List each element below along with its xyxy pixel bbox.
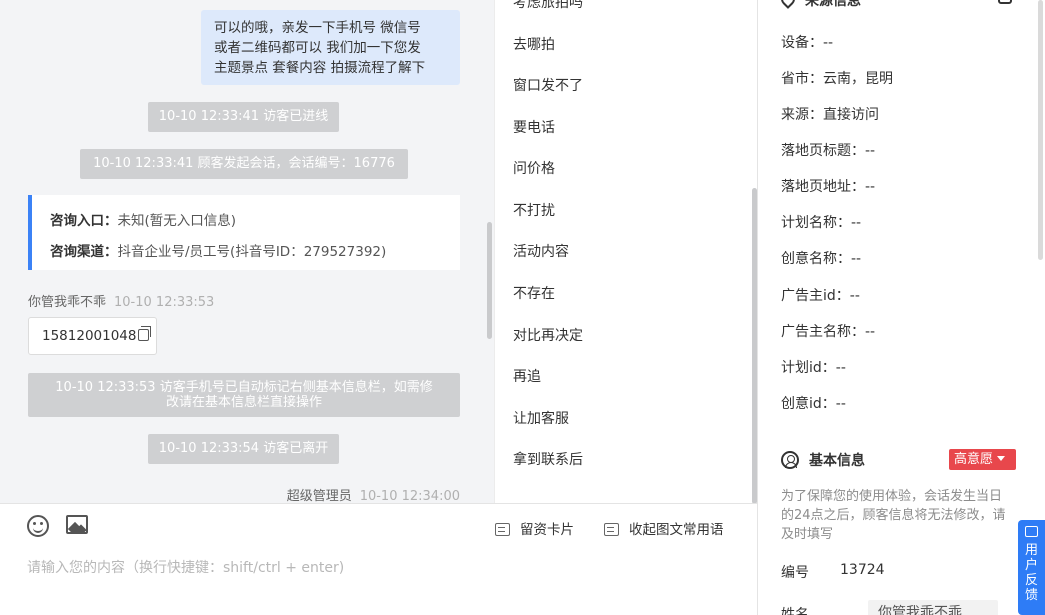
outgoing-line: 可以的哦，亲发一下手机号 微信号 <box>214 20 421 36</box>
source-advertiser-id: 广告主id：-- <box>781 288 860 304</box>
quick-reply-item[interactable]: 去哪拍 <box>513 34 555 54</box>
admin-header: 超级管理员 10-10 12:34:00 <box>287 485 460 503</box>
outgoing-line: 或者二维码都可以 我们加一下您发 <box>214 40 421 56</box>
source-advertiser-name: 广告主名称：-- <box>781 324 876 340</box>
info-panel-scrollbar[interactable] <box>1038 0 1043 260</box>
consult-entry-value: 未知(暂无入口信息) <box>117 213 237 229</box>
feedback-char: 户 <box>1024 558 1038 573</box>
visitor-id-label: 编号 <box>781 565 809 581</box>
consult-channel-value: 抖音企业号/员工号(抖音号ID：279527392) <box>117 244 387 260</box>
outgoing-line: 主题景点 套餐内容 拍摄流程了解下 <box>214 60 426 76</box>
quick-reply-item[interactable]: 活动内容 <box>513 241 569 261</box>
system-message-autotag: 10-10 12:33:53 访客手机号已自动标记右侧基本信息栏，如需修 改请在… <box>28 373 460 417</box>
source-landing-url: 落地页地址：-- <box>781 179 876 195</box>
visitor-name-label: 姓名 <box>781 607 809 615</box>
message-composer: 留资卡片 收起图文常用语 请输入您的内容（换行快捷键：shift/ctrl + … <box>0 503 757 615</box>
consult-channel-label: 咨询渠道： <box>50 244 118 260</box>
quick-reply-item[interactable]: 对比再决定 <box>513 325 583 345</box>
chat-scrollbar[interactable] <box>487 222 492 339</box>
quick-reply-item[interactable]: 窗口发不了 <box>513 75 583 95</box>
admin-time: 10-10 12:34:00 <box>359 489 460 503</box>
image-icon[interactable] <box>66 515 88 534</box>
visitor-id-value: 13724 <box>840 562 885 578</box>
emoji-icon[interactable] <box>27 515 49 537</box>
basic-info-title: 基本信息 <box>781 450 865 470</box>
system-message-leave: 10-10 12:33:54 访客已离开 <box>148 434 339 464</box>
quick-reply-item[interactable]: 再追 <box>513 366 541 386</box>
notice-line: 为了保障您的使用体验，会话发生当日 <box>781 489 1003 504</box>
source-creative-id: 创意id：-- <box>781 396 846 412</box>
visitor-header: 你管我乖不乖 10-10 12:33:53 <box>28 291 214 310</box>
admin-name: 超级管理员 <box>286 489 352 503</box>
visitor-id-row: 编号 13724 <box>781 562 885 582</box>
visitor-time: 10-10 12:33:53 <box>114 295 215 310</box>
user-feedback-button[interactable]: 用 户 反 馈 <box>1018 520 1045 615</box>
quick-reply-item[interactable]: 问价格 <box>513 158 555 178</box>
intent-level-dropdown[interactable]: 高意愿 <box>949 449 1016 470</box>
source-plan-id: 计划id：-- <box>781 360 846 376</box>
basic-info-title-text: 基本信息 <box>809 453 865 469</box>
consult-entry-row: 咨询入口：未知(暂无入口信息) <box>50 206 460 237</box>
visitor-name: 你管我乖不乖 <box>28 295 107 310</box>
copy-icon[interactable] <box>138 326 152 341</box>
autotag-line: 10-10 12:33:53 访客手机号已自动标记右侧基本信息栏，如需修 <box>55 380 433 395</box>
quick-reply-list: 考虑旅拍吗 去哪拍 窗口发不了 要电话 问价格 不打扰 活动内容 不存在 对比再… <box>494 0 757 503</box>
quick-reply-item[interactable]: 考虑旅拍吗 <box>513 0 583 12</box>
quick-reply-item[interactable]: 让加客服 <box>513 408 569 428</box>
quick-reply-item[interactable]: 拿到联系后 <box>513 449 583 469</box>
feedback-char: 反 <box>1024 573 1038 588</box>
outgoing-message: 可以的哦，亲发一下手机号 微信号 或者二维码都可以 我们加一下您发 主题景点 套… <box>201 10 460 85</box>
chat-panel: 可以的哦，亲发一下手机号 微信号 或者二维码都可以 我们加一下您发 主题景点 套… <box>0 0 494 503</box>
card-icon <box>495 523 510 536</box>
feedback-char: 馈 <box>1024 588 1038 603</box>
consult-info-card: 咨询入口：未知(暂无入口信息) 咨询渠道：抖音企业号/员工号(抖音号ID：279… <box>28 195 460 270</box>
location-pin-icon <box>778 0 798 9</box>
source-landing-title: 落地页标题：-- <box>781 143 876 159</box>
collapse-common-label: 收起图文常用语 <box>629 522 724 538</box>
source-creative-name: 创意名称：-- <box>781 251 862 267</box>
source-region: 省市：云南，昆明 <box>781 71 893 87</box>
source-origin: 来源：直接访问 <box>781 107 879 123</box>
notice-line: 及时填写 <box>781 527 834 542</box>
notice-line: 的24点之后，顾客信息将无法修改，请 <box>781 508 1006 523</box>
feedback-icon <box>1025 526 1038 537</box>
leave-card-label: 留资卡片 <box>520 522 574 538</box>
user-circle-icon <box>781 451 799 469</box>
visitor-name-field[interactable]: 你管我乖不乖 <box>868 600 998 615</box>
quick-reply-item[interactable]: 要电话 <box>513 117 555 137</box>
phone-number: 15812001048 <box>42 328 137 344</box>
feedback-char: 用 <box>1024 543 1038 558</box>
message-icon <box>604 523 619 536</box>
visitor-info-panel: 来源信息 设备：-- 省市：云南，昆明 来源：直接访问 落地页标题：-- 落地页… <box>757 0 1045 615</box>
intent-level-value: 高意愿 <box>954 452 994 467</box>
collapse-common-phrases-button[interactable]: 收起图文常用语 <box>604 518 724 538</box>
autotag-line: 改请在基本信息栏直接操作 <box>165 395 322 410</box>
source-info-title: 来源信息 <box>778 0 861 10</box>
system-message-enter: 10-10 12:33:41 访客已进线 <box>148 102 339 132</box>
phone-message[interactable]: 15812001048 <box>28 317 157 355</box>
quick-reply-item[interactable]: 不存在 <box>513 283 555 303</box>
edit-icon[interactable] <box>998 0 1012 4</box>
source-info-title-text: 来源信息 <box>805 0 861 9</box>
consult-channel-row: 咨询渠道：抖音企业号/员工号(抖音号ID：279527392) <box>50 237 460 268</box>
caret-down-icon <box>997 456 1006 461</box>
consult-entry-label: 咨询入口： <box>50 213 118 229</box>
message-input[interactable]: 请输入您的内容（换行快捷键：shift/ctrl + enter) <box>27 557 344 577</box>
quick-reply-item[interactable]: 不打扰 <box>513 200 555 220</box>
source-device: 设备：-- <box>781 35 834 51</box>
edit-deadline-notice: 为了保障您的使用体验，会话发生当日 的24点之后，顾客信息将无法修改，请 及时填… <box>781 487 1036 544</box>
system-message-session: 10-10 12:33:41 顾客发起会话，会话编号：16776 <box>80 149 408 179</box>
leave-card-button[interactable]: 留资卡片 <box>495 518 574 538</box>
source-plan-name: 计划名称：-- <box>781 215 862 231</box>
